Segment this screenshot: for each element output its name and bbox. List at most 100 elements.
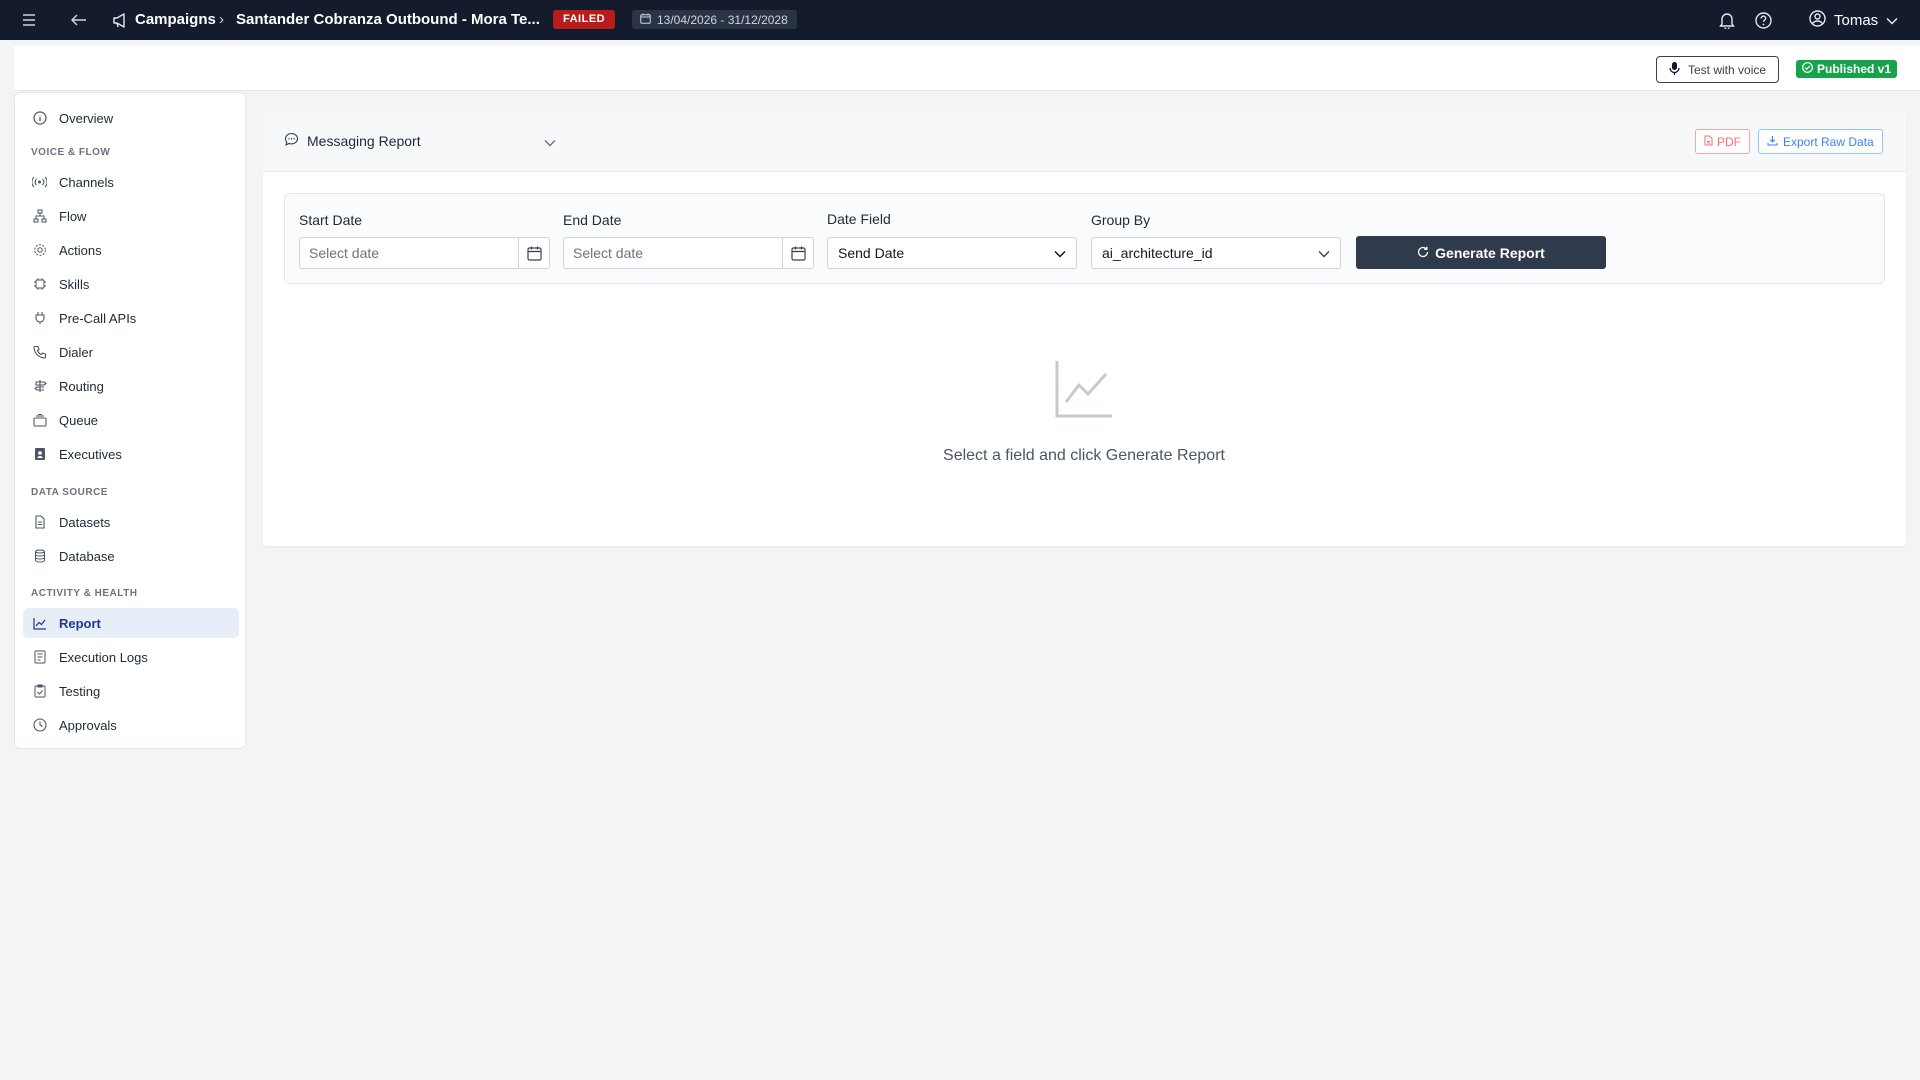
end-date-field[interactable] [563, 237, 814, 269]
test-with-voice-label: Test with voice [1688, 62, 1767, 77]
sidebar-item-label: Flow [59, 208, 87, 224]
sidebar-item-label: Dialer [59, 344, 93, 360]
report-panel [263, 112, 1906, 546]
check-circle-icon [1802, 62, 1813, 76]
menu-icon[interactable] [20, 11, 38, 29]
export-raw-data-button[interactable]: Export Raw Data [1758, 129, 1883, 154]
calendar-icon[interactable] [782, 238, 813, 268]
sidebar-item-queue[interactable]: Queue [23, 405, 239, 435]
chevron-down-icon [544, 134, 556, 150]
sidebar-item-label: Report [59, 615, 101, 631]
sidebar-item-flow[interactable]: Flow [23, 201, 239, 231]
generate-report-button[interactable]: Generate Report [1356, 236, 1606, 269]
pdf-label: PDF [1717, 134, 1741, 149]
pdf-file-icon [1704, 135, 1713, 149]
sidebar-item-label: Channels [59, 174, 114, 190]
sidebar-item-label: Execution Logs [59, 649, 148, 665]
sidebar-item-testing[interactable]: Testing [23, 676, 239, 706]
sidebar-item-label: Database [59, 548, 115, 564]
section-heading-data-source: DATA SOURCE [31, 487, 108, 498]
date-field-value: Send Date [838, 245, 905, 261]
broadcast-icon [32, 175, 47, 190]
calendar-icon[interactable] [518, 238, 549, 268]
sidebar-item-label: Approvals [59, 717, 117, 733]
chat-bubble-icon [284, 132, 299, 150]
clock-icon [32, 718, 47, 733]
generate-report-label: Generate Report [1435, 244, 1545, 261]
published-badge: Published v1 [1796, 60, 1898, 78]
plug-icon [32, 311, 47, 326]
sidebar-item-datasets[interactable]: Datasets [23, 507, 239, 537]
sidebar-item-skills[interactable]: Skills [23, 269, 239, 299]
breadcrumb-separator: › [219, 11, 224, 28]
breadcrumb-campaigns[interactable]: Campaigns [135, 11, 216, 28]
sidebar-item-label: Queue [59, 412, 99, 428]
date-range-text: 13/04/2026 - 31/12/2028 [657, 12, 788, 27]
sidebar-item-database[interactable]: Database [23, 541, 239, 571]
help-icon[interactable] [1753, 10, 1773, 30]
sidebar-item-report[interactable]: Report [23, 608, 239, 638]
chevron-down-icon [1054, 245, 1066, 261]
user-name: Tomas [1834, 11, 1879, 29]
download-icon [1767, 135, 1778, 149]
section-heading-voice-flow: VOICE & FLOW [31, 147, 111, 158]
gear-icon [32, 243, 47, 258]
end-date-input[interactable] [564, 238, 782, 268]
line-chart-icon [32, 616, 47, 631]
report-type-select[interactable]: Messaging Report [284, 128, 558, 154]
start-date-field[interactable] [299, 237, 550, 269]
signpost-icon [32, 379, 47, 394]
file-icon [32, 515, 47, 530]
start-date-label: Start Date [299, 212, 363, 228]
inbox-stack-icon [32, 413, 47, 428]
empty-state-message: Select a field and click Generate Report [943, 447, 1225, 464]
sidebar-item-label: Datasets [59, 514, 111, 530]
date-field-select[interactable]: Send Date [827, 237, 1077, 269]
sidebar-item-pre-call-apis[interactable]: Pre-Call APIs [23, 303, 239, 333]
group-by-value: ai_architecture_id [1102, 245, 1213, 261]
sidebar-item-overview[interactable]: Overview [23, 103, 239, 133]
sidebar-item-routing[interactable]: Routing [23, 371, 239, 401]
sidebar-item-label: Routing [59, 378, 104, 394]
calendar-icon [640, 13, 651, 27]
selected-report-label: Messaging Report [307, 133, 421, 149]
chevron-down-icon [1886, 12, 1898, 29]
user-menu[interactable]: Tomas [1809, 9, 1898, 31]
megaphone-icon [111, 11, 129, 29]
back-arrow-icon[interactable] [70, 11, 88, 29]
sidebar-item-label: Executives [59, 446, 122, 462]
export-pdf-button[interactable]: PDF [1695, 129, 1750, 154]
sidebar-item-approvals[interactable]: Approvals [23, 710, 239, 740]
chip-icon [32, 277, 47, 292]
phone-icon [32, 345, 47, 360]
page-header-bar [14, 46, 1920, 91]
published-label: Published v1 [1817, 62, 1892, 76]
sidebar-item-executives[interactable]: Executives [23, 439, 239, 469]
sidebar-item-actions[interactable]: Actions [23, 235, 239, 265]
refresh-icon [1417, 245, 1429, 261]
group-by-select[interactable]: ai_architecture_id [1091, 237, 1341, 269]
user-avatar-icon [1809, 9, 1826, 31]
end-date-label: End Date [563, 212, 622, 228]
sidebar: Overview VOICE & FLOW Channels Flow Acti… [14, 92, 246, 749]
sidebar-item-execution-logs[interactable]: Execution Logs [23, 642, 239, 672]
top-navbar: Campaigns › Santander Cobranza Outbound … [0, 0, 1920, 40]
clipboard-check-icon [32, 684, 47, 699]
section-heading-activity-health: ACTIVITY & HEALTH [31, 588, 138, 599]
date-field-label: Date Field [827, 211, 891, 227]
sidebar-item-label: Skills [59, 276, 90, 292]
sidebar-item-dialer[interactable]: Dialer [23, 337, 239, 367]
sidebar-item-channels[interactable]: Channels [23, 167, 239, 197]
log-document-icon [32, 650, 47, 665]
info-icon [32, 111, 47, 126]
test-with-voice-button[interactable]: Test with voice [1656, 56, 1780, 83]
status-badge: FAILED [553, 10, 616, 29]
export-label: Export Raw Data [1783, 134, 1874, 149]
line-chart-icon [1054, 359, 1114, 419]
breadcrumb-current-campaign: Santander Cobranza Outbound - Mora Te... [236, 11, 540, 28]
sidebar-item-label: Overview [59, 110, 114, 126]
date-range-chip[interactable]: 13/04/2026 - 31/12/2028 [632, 10, 797, 29]
bell-icon[interactable] [1717, 10, 1737, 30]
start-date-input[interactable] [300, 238, 518, 268]
sidebar-item-label: Testing [59, 683, 101, 699]
